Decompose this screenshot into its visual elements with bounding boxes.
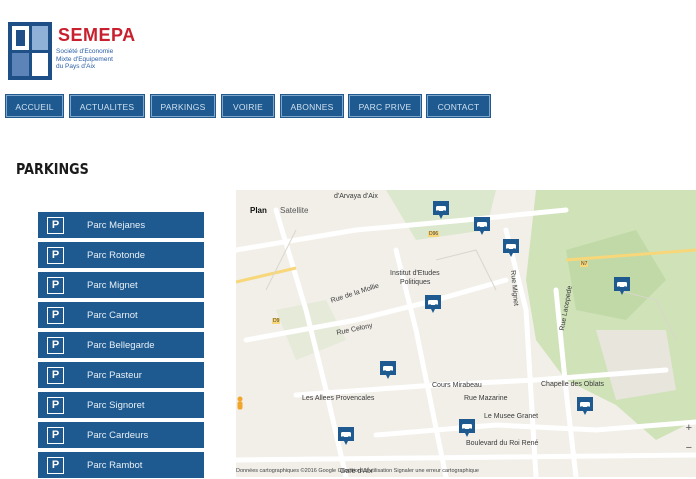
parking-label: Parc Mejanes <box>87 220 146 231</box>
parking-icon: P <box>47 457 64 474</box>
parking-marker-icon[interactable] <box>432 200 450 220</box>
map-label: d'Arvaya d'Aix <box>334 193 378 200</box>
map-mode-plan[interactable]: Plan <box>250 206 267 215</box>
parking-icon: P <box>47 247 64 264</box>
map-label: Cours Mirabeau <box>432 382 482 389</box>
parking-label: Parc Cardeurs <box>87 430 149 441</box>
parking-item-mignet[interactable]: P Parc Mignet <box>38 272 204 299</box>
nav-abonnes[interactable]: ABONNES <box>280 94 344 118</box>
map-label: Rue Mazarine <box>464 395 508 402</box>
parking-icon: P <box>47 397 64 414</box>
map-label: Institut d'Etudes <box>390 270 440 277</box>
parking-item-signoret[interactable]: P Parc Signoret <box>38 392 204 419</box>
nav-actualites[interactable]: ACTUALITES <box>69 94 145 118</box>
parking-icon: P <box>47 367 64 384</box>
parking-marker-icon[interactable] <box>458 418 476 438</box>
parking-label: Parc Pasteur <box>87 370 142 381</box>
pegman-icon[interactable] <box>236 396 244 410</box>
parking-label: Parc Bellegarde <box>87 340 155 351</box>
parking-icon: P <box>47 277 64 294</box>
semepa-logo[interactable]: SEMEPA Société d'Economie Mixte d'Equipe… <box>8 22 158 84</box>
brand-name: SEMEPA <box>58 25 136 45</box>
parking-marker-icon[interactable] <box>424 294 442 314</box>
parking-marker-icon[interactable] <box>576 396 594 416</box>
logo-mark-icon <box>8 22 52 80</box>
parking-item-cardeurs[interactable]: P Parc Cardeurs <box>38 422 204 449</box>
road-shield: D9 <box>272 318 281 324</box>
parking-marker-icon[interactable] <box>379 360 397 380</box>
parking-item-bellegarde[interactable]: P Parc Bellegarde <box>38 332 204 359</box>
parking-marker-icon[interactable] <box>337 426 355 446</box>
parking-marker-icon[interactable] <box>502 238 520 258</box>
parking-item-rotonde[interactable]: P Parc Rotonde <box>38 242 204 269</box>
map-label: Le Musee Granet <box>484 413 539 420</box>
parking-marker-icon[interactable] <box>473 216 491 236</box>
parking-marker-icon[interactable] <box>613 276 631 296</box>
nav-accueil[interactable]: ACCUEIL <box>5 94 64 118</box>
parking-label: Parc Rotonde <box>87 250 146 261</box>
page-title: PARKINGS <box>16 160 89 178</box>
brand-subtitle-line: Mixte d'Equipement <box>56 55 113 63</box>
road-shield: D96 <box>428 231 440 237</box>
parking-map[interactable]: Plan Satellite d'Arvaya d'Aix Institut d… <box>236 190 696 477</box>
zoom-in-button[interactable]: + <box>686 422 692 434</box>
parking-label: Parc Carnot <box>87 310 138 321</box>
zoom-out-button[interactable]: − <box>686 442 692 454</box>
map-label: Les Allees Provencales <box>302 395 375 402</box>
parking-label: Parc Signoret <box>87 400 145 411</box>
nav-contact[interactable]: CONTACT <box>426 94 491 118</box>
parking-icon: P <box>47 217 64 234</box>
parking-item-rambot[interactable]: P Parc Rambot <box>38 452 204 479</box>
nav-parkings[interactable]: PARKINGS <box>150 94 216 118</box>
parking-item-pasteur[interactable]: P Parc Pasteur <box>38 362 204 389</box>
parking-label: Parc Rambot <box>87 460 143 471</box>
parking-icon: P <box>47 307 64 324</box>
parking-label: Parc Mignet <box>87 280 138 291</box>
brand-subtitle-line: du Pays d'Aix <box>56 63 96 70</box>
map-attribution: Données cartographiques ©2016 Google Con… <box>236 468 479 474</box>
map-mode-satellite[interactable]: Satellite <box>280 206 308 215</box>
nav-voirie[interactable]: VOIRIE <box>221 94 275 118</box>
brand-subtitle: Société d'Economie Mixte d'Equipement du… <box>56 48 156 71</box>
parking-icon: P <box>47 427 64 444</box>
parking-item-mejanes[interactable]: P Parc Mejanes <box>38 212 204 239</box>
map-label: Boulevard du Roi René <box>466 440 539 447</box>
parking-item-carnot[interactable]: P Parc Carnot <box>38 302 204 329</box>
road-shield: N7 <box>580 261 589 267</box>
parking-icon: P <box>47 337 64 354</box>
brand-subtitle-line: Société d'Economie <box>56 48 114 55</box>
map-label: Politiques <box>400 279 431 286</box>
nav-parc-prive[interactable]: PARC PRIVE <box>348 94 422 118</box>
map-label: Chapelle des Oblats <box>541 381 605 388</box>
